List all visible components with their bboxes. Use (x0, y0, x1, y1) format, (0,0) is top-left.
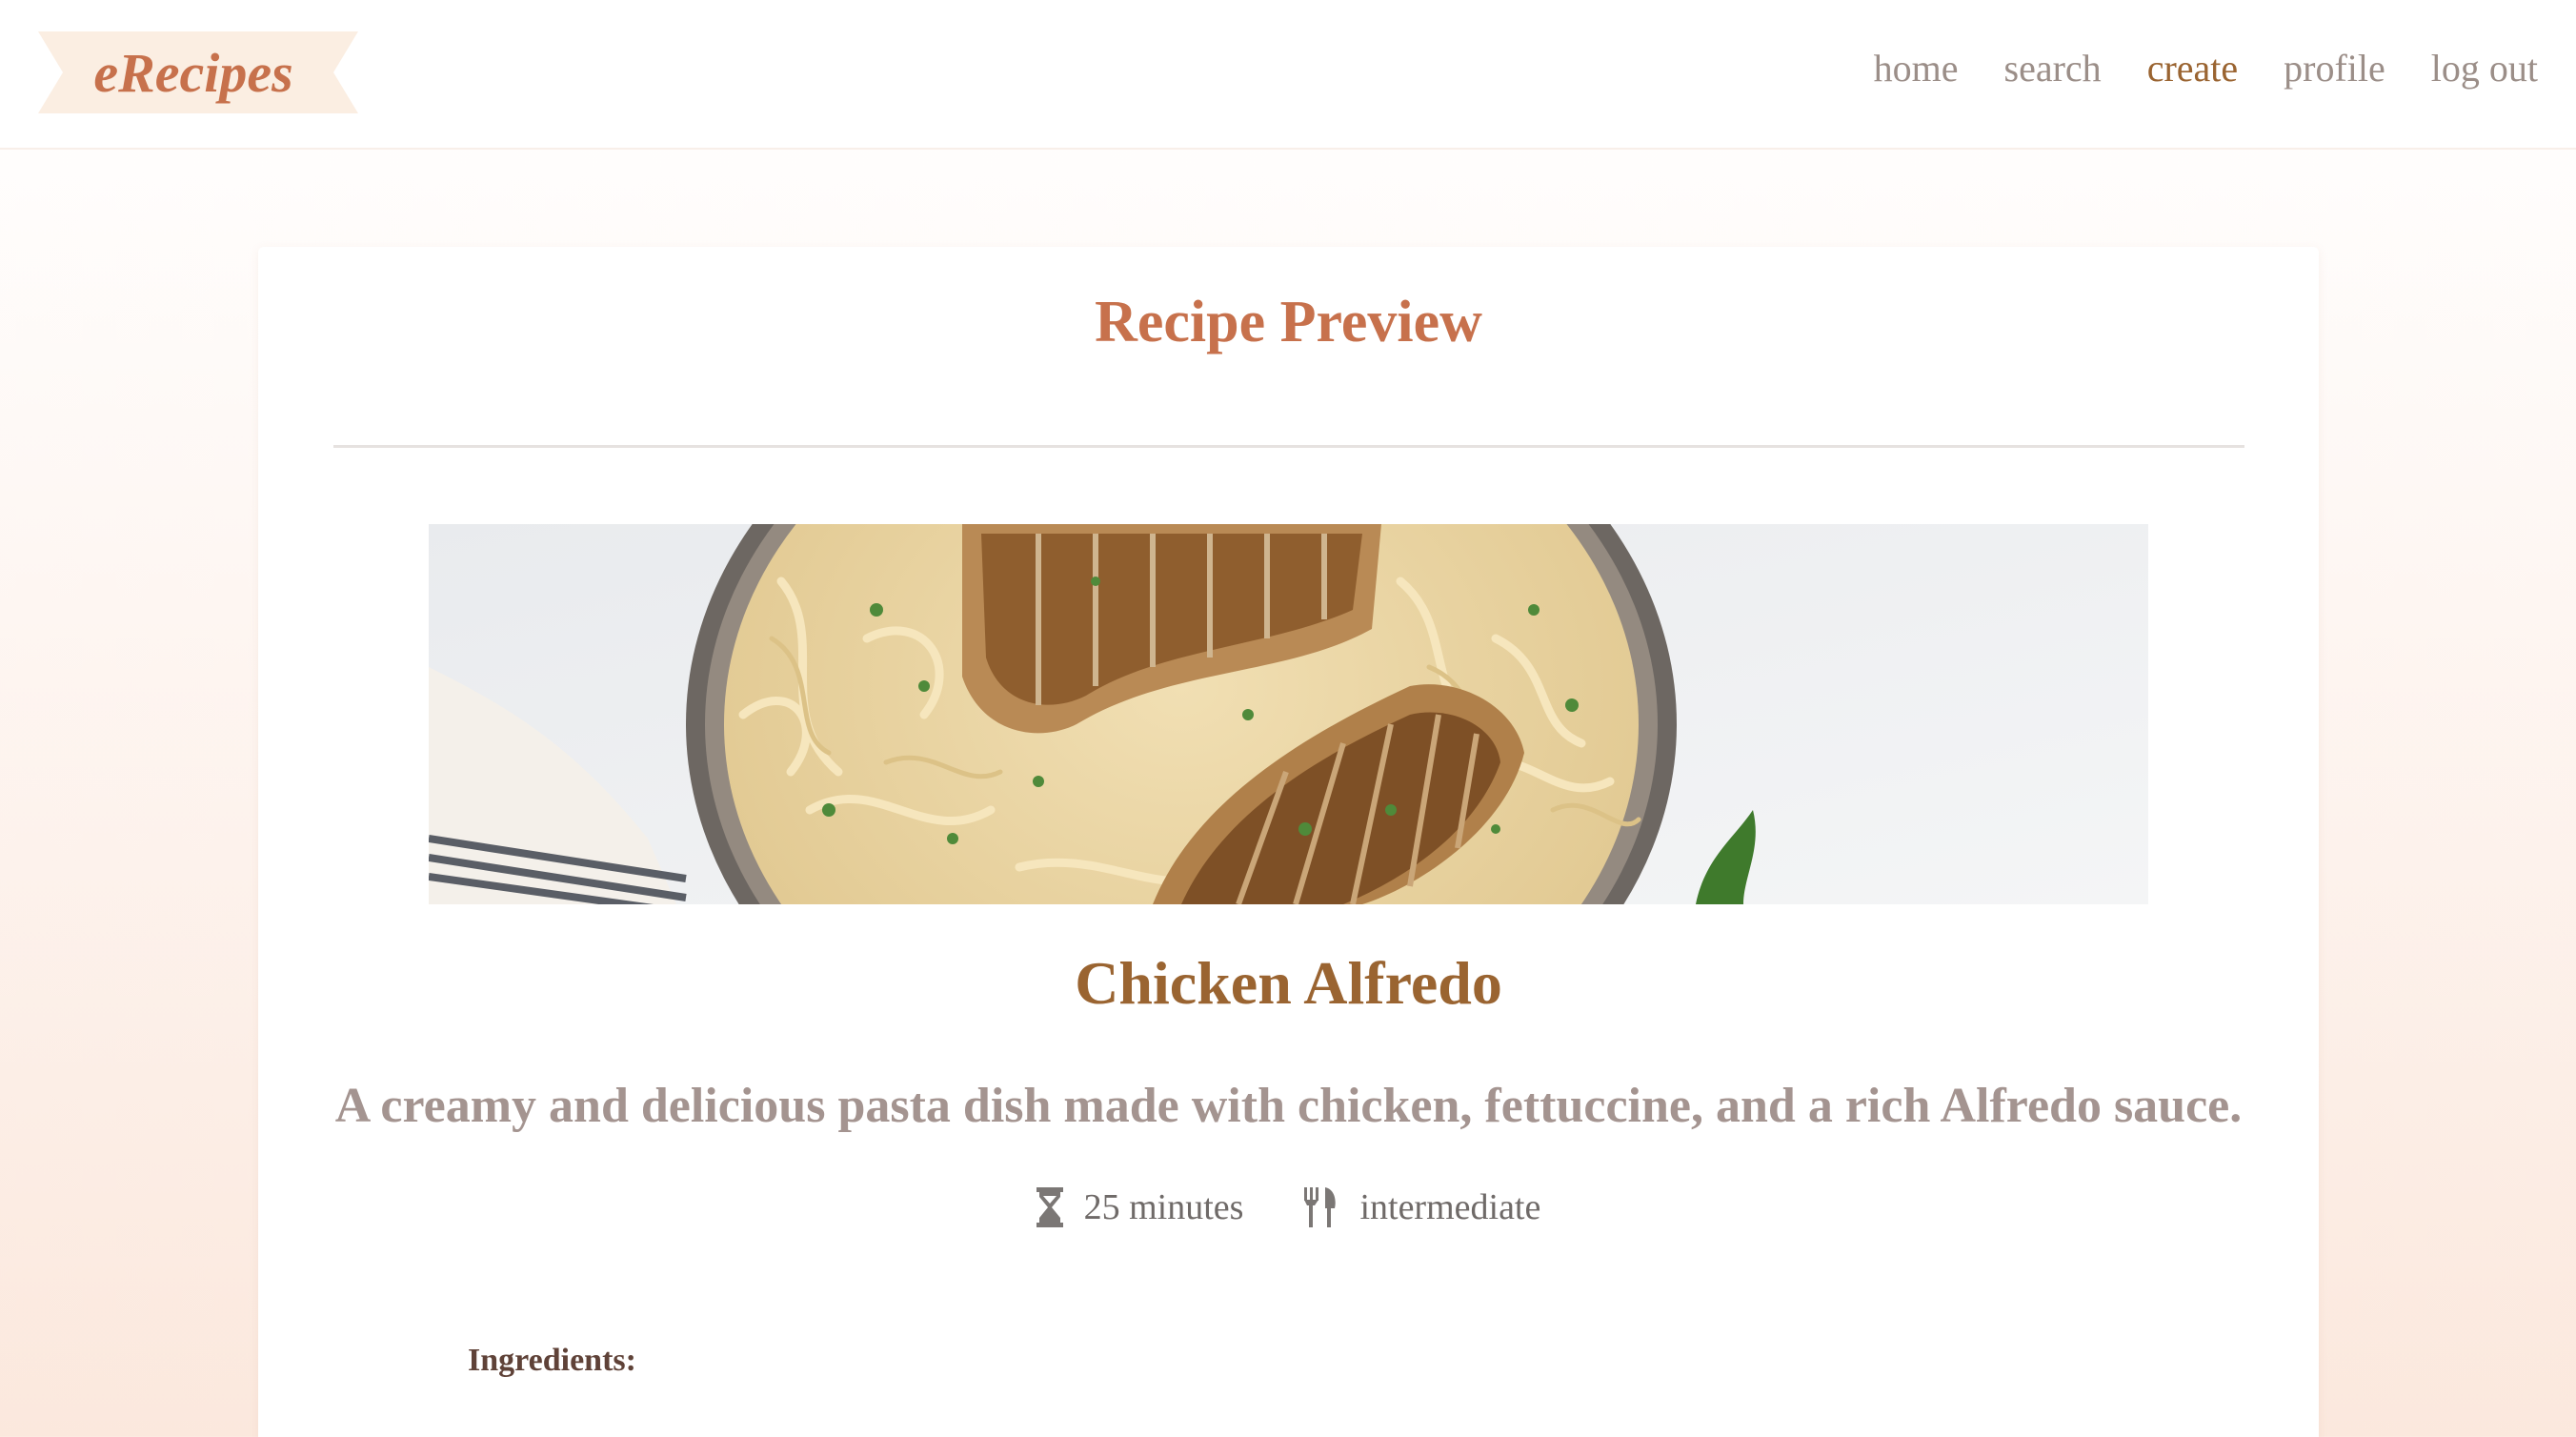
fork-knife-icon (1302, 1187, 1338, 1227)
recipe-name: Chicken Alfredo (1075, 949, 1502, 1017)
logo-text: eRecipes (93, 41, 293, 104)
recipe-meta: 25 minutes intermediate (258, 1186, 2319, 1228)
page-title: Recipe Preview (1095, 290, 1482, 354)
nav-search[interactable]: search (2004, 46, 2102, 91)
recipe-description: A creamy and delicious pasta dish made w… (334, 1079, 2243, 1133)
nav-create[interactable]: create (2147, 46, 2238, 91)
divider (333, 445, 2244, 448)
difficulty-label: intermediate (1359, 1187, 1541, 1227)
nav-home[interactable]: home (1874, 46, 1959, 91)
difficulty-info: intermediate (1302, 1186, 1540, 1228)
hourglass-icon (1036, 1187, 1063, 1227)
time-label: 25 minutes (1083, 1187, 1244, 1227)
ingredients-heading: Ingredients: (468, 1343, 636, 1378)
recipe-preview-card: Recipe Preview Chicken Alfredo A creamy … (258, 247, 2319, 1437)
time-info: 25 minutes (1036, 1186, 1244, 1228)
nav-log-out[interactable]: log out (2431, 46, 2538, 91)
logo[interactable]: eRecipes (38, 31, 358, 113)
recipe-image (429, 524, 2148, 904)
main-nav: home search create profile log out (1874, 46, 2538, 91)
top-navbar: eRecipes home search create profile log … (0, 0, 2576, 150)
nav-profile[interactable]: profile (2284, 46, 2385, 91)
